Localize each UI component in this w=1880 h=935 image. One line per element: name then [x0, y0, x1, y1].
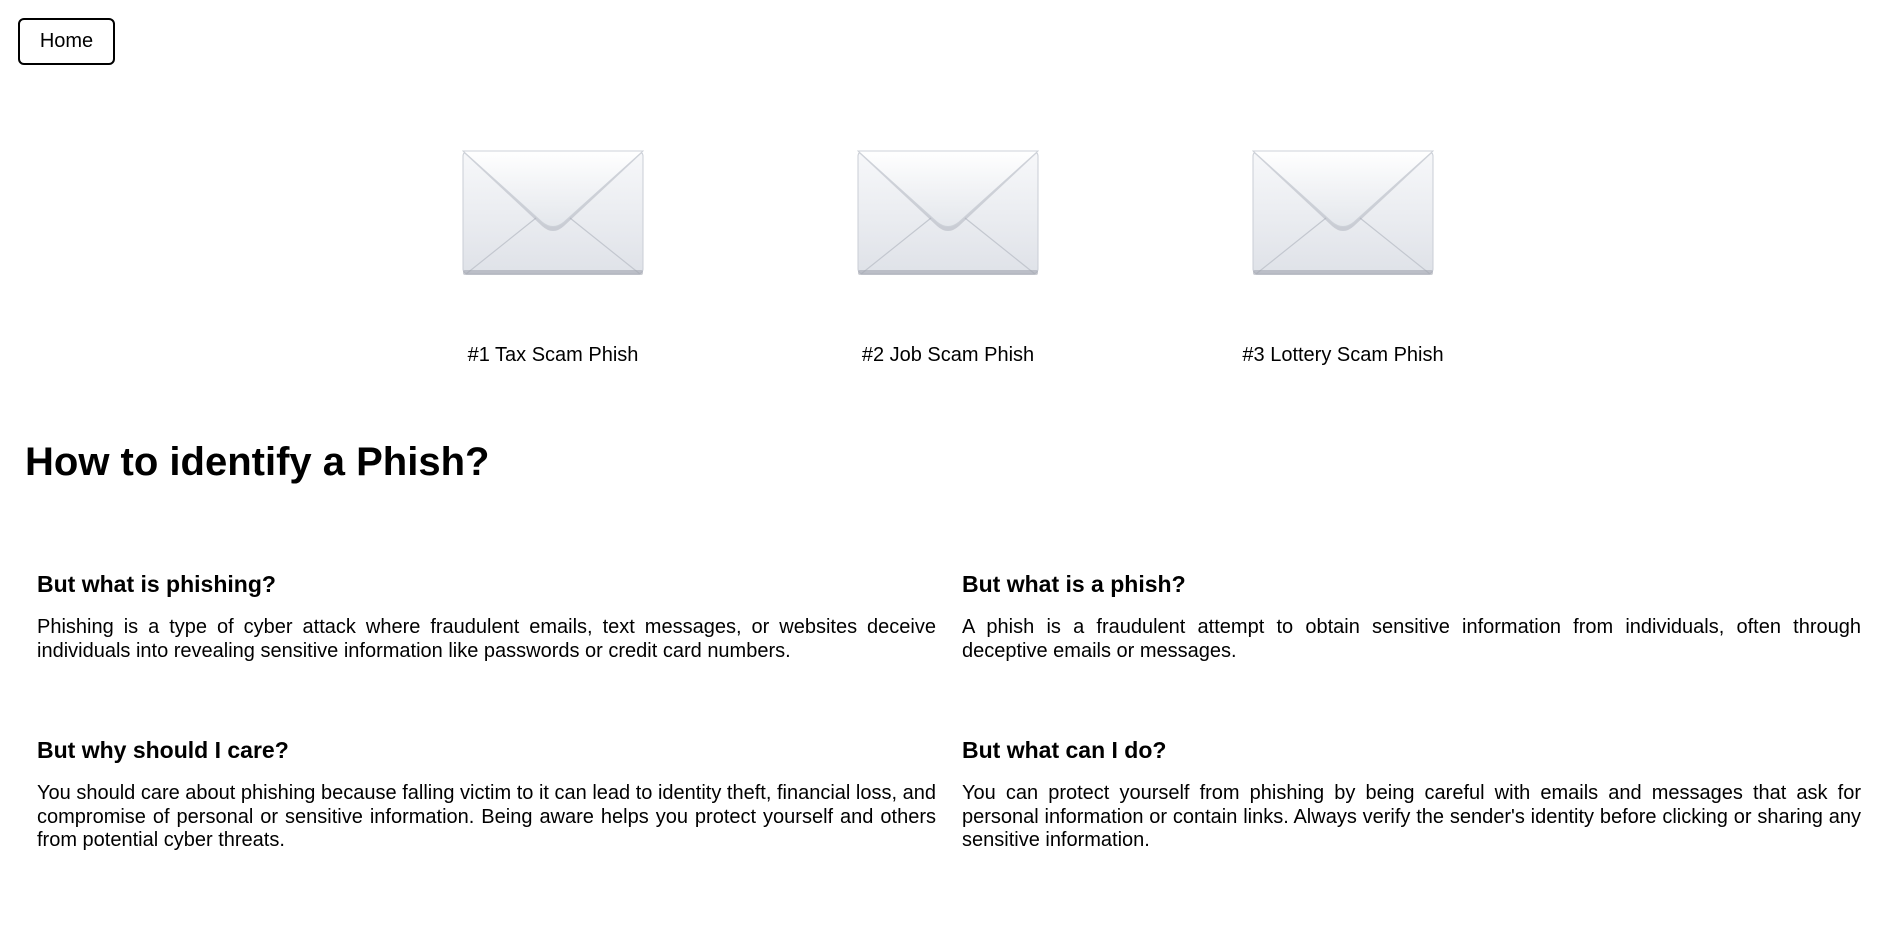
section-body: A phish is a fraudulent attempt to obtai…: [962, 616, 1861, 662]
phish-examples: #1 Tax Scam Phish #2 Job Scam Phish #3 L…: [0, 150, 1880, 380]
section-heading: But what can I do?: [962, 737, 1167, 763]
card-label: #2 Job Scam Phish: [861, 344, 1035, 366]
info-why-care: But why should I care? You should care a…: [37, 736, 936, 853]
envelope-icon[interactable]: [857, 150, 1039, 276]
envelope-icon[interactable]: [1252, 150, 1434, 276]
envelope-icon[interactable]: [462, 150, 644, 276]
section-heading: But why should I care?: [37, 737, 289, 763]
card-tax-scam[interactable]: #1 Tax Scam Phish: [423, 150, 683, 367]
card-lottery-scam[interactable]: #3 Lottery Scam Phish: [1213, 150, 1473, 367]
page: Home #1 Tax Scam Phish #2 Job Scam Phish…: [0, 0, 1880, 935]
section-body: Phishing is a type of cyber attack where…: [37, 616, 936, 662]
info-what-is-phishing: But what is phishing? Phishing is a type…: [37, 570, 936, 663]
home-button[interactable]: Home: [18, 18, 115, 65]
page-title: How to identify a Phish?: [25, 440, 490, 484]
card-job-scam[interactable]: #2 Job Scam Phish: [818, 150, 1078, 367]
card-label: #1 Tax Scam Phish: [467, 344, 639, 366]
section-heading: But what is a phish?: [962, 571, 1186, 597]
card-label: #3 Lottery Scam Phish: [1242, 344, 1444, 366]
section-heading: But what is phishing?: [37, 571, 276, 597]
section-body: You can protect yourself from phishing b…: [962, 782, 1861, 851]
info-what-can-i-do: But what can I do? You can protect yours…: [962, 736, 1861, 853]
info-what-is-a-phish: But what is a phish? A phish is a fraudu…: [962, 570, 1861, 663]
section-body: You should care about phishing because f…: [37, 782, 936, 851]
